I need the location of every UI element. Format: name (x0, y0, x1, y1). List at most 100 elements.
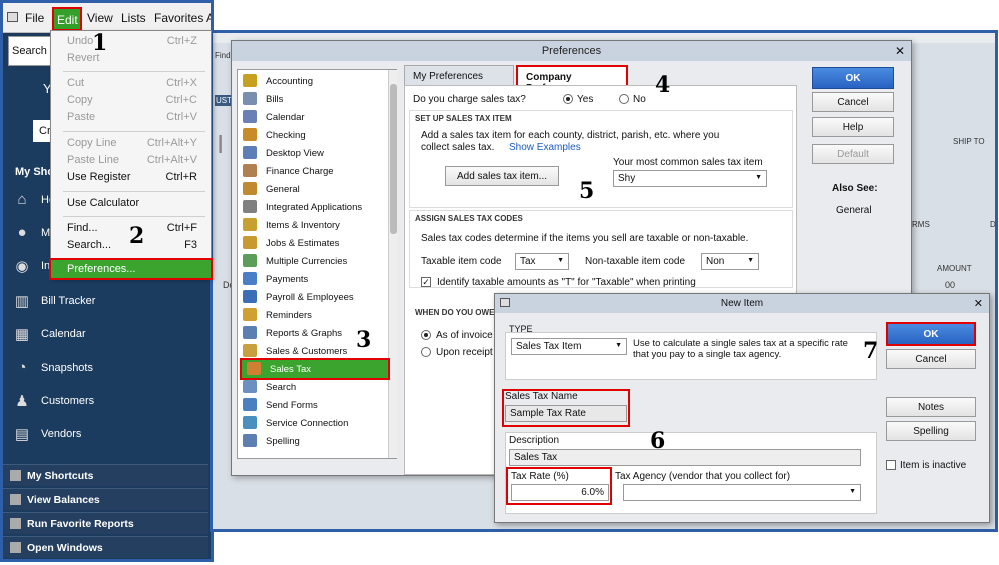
category-bills[interactable]: Bills (238, 90, 388, 108)
category-service-connection[interactable]: Service Connection (238, 414, 388, 432)
preferences-cancel-button[interactable]: Cancel (812, 92, 894, 112)
menu-item-copy-line[interactable]: Copy Line Ctrl+Alt+Y (67, 137, 209, 154)
taxable-code-label: Taxable item code (421, 256, 502, 267)
calendar-icon (243, 110, 257, 123)
menu-item-shortcut: Ctrl+V (166, 111, 197, 123)
show-examples-link[interactable]: Show Examples (509, 142, 581, 153)
close-icon[interactable]: ✕ (974, 297, 983, 310)
step-7-label: 7 (863, 338, 879, 364)
menu-item-paste[interactable]: Paste Ctrl+V (67, 111, 209, 128)
category-items-inventory[interactable]: Items & Inventory (238, 216, 388, 234)
preferences-default-button[interactable]: Default (812, 144, 894, 164)
upon-receipt-label: Upon receipt (436, 347, 493, 358)
tax-rate-input[interactable]: 6.0% (511, 484, 609, 501)
common-tax-item-label: Your most common sales tax item (613, 157, 763, 168)
app-menu-icon[interactable] (7, 12, 18, 22)
category-jobs-estimates[interactable]: Jobs & Estimates (238, 234, 388, 252)
category-multiple-currencies[interactable]: Multiple Currencies (238, 252, 388, 270)
tax-agency-select[interactable]: ▼ (623, 484, 861, 501)
preferences-title: Preferences (232, 41, 911, 61)
menu-lists[interactable]: Lists (121, 11, 146, 25)
tax-name-label: Sales Tax Name (505, 391, 578, 402)
scrollbar-thumb[interactable] (390, 84, 397, 234)
menu-item-preferences[interactable]: Preferences... (49, 258, 213, 280)
description-input[interactable]: Sales Tax (509, 449, 861, 466)
tax-agency-label: Tax Agency (vendor that you collect for) (615, 471, 791, 482)
category-spelling[interactable]: Spelling (238, 432, 388, 450)
menu-item-use-register[interactable]: Use Register Ctrl+R (67, 171, 209, 188)
category-calendar[interactable]: Calendar (238, 108, 388, 126)
category-integrated-applications[interactable]: Integrated Applications (238, 198, 388, 216)
identify-taxable-checkbox[interactable]: ✓ (421, 277, 431, 287)
menu-item-undo[interactable]: Undo Ctrl+Z (67, 35, 209, 52)
section-run-favorite-reports[interactable]: Run Favorite Reports (3, 512, 208, 534)
category-general[interactable]: General (238, 180, 388, 198)
as-of-invoice-radio[interactable] (421, 330, 431, 340)
category-sales-tax[interactable]: Sales Tax (240, 358, 390, 380)
nav-snapshots[interactable]: ◔ Snapshots (3, 353, 208, 383)
section-open-windows[interactable]: Open Windows (3, 536, 208, 558)
close-icon[interactable]: ✕ (895, 44, 905, 58)
upon-receipt-radio[interactable] (421, 347, 431, 357)
nav-calendar[interactable]: ▦ Calendar (3, 319, 208, 349)
add-sales-tax-item-button[interactable]: Add sales tax item... (445, 166, 559, 186)
my-shortcuts-header: My Sho (15, 166, 55, 178)
menu-separator (63, 131, 205, 132)
menu-item-cut[interactable]: Cut Ctrl+X (67, 77, 209, 94)
nontaxable-code-label: Non-taxable item code (585, 256, 686, 267)
window-menu-icon[interactable] (500, 298, 510, 307)
new-item-cancel-button[interactable]: Cancel (886, 349, 976, 369)
new-item-ok-button[interactable]: OK (886, 322, 976, 346)
item-inactive-checkbox[interactable] (886, 460, 896, 470)
type-select[interactable]: Sales Tax Item ▼ (511, 338, 627, 355)
shortcuts-icon (10, 470, 21, 481)
common-tax-item-select[interactable]: Shy ▼ (613, 170, 767, 187)
menu-item-label: Copy Line (67, 137, 117, 149)
also-see-general-link[interactable]: General (836, 205, 872, 216)
no-radio[interactable] (619, 94, 629, 104)
category-search[interactable]: Search (238, 378, 388, 396)
category-send-forms[interactable]: Send Forms (238, 396, 388, 414)
nav-bill-tracker[interactable]: ▥ Bill Tracker (3, 286, 208, 316)
category-finance-charge[interactable]: Finance Charge (238, 162, 388, 180)
yes-radio[interactable] (563, 94, 573, 104)
menu-favorites[interactable]: Favorites (154, 11, 203, 25)
section-view-balances[interactable]: View Balances (3, 488, 208, 510)
menu-more[interactable]: A (206, 11, 211, 25)
taxable-code-select[interactable]: Tax ▼ (515, 253, 569, 270)
menu-item-use-calculator[interactable]: Use Calculator (67, 197, 209, 214)
category-payments[interactable]: Payments (238, 270, 388, 288)
nav-vendors[interactable]: ▤ Vendors (3, 419, 208, 449)
menu-item-shortcut: Ctrl+Alt+Y (146, 137, 197, 149)
preferences-ok-button[interactable]: OK (812, 67, 894, 89)
step-4-label: 4 (655, 72, 671, 98)
menu-item-copy[interactable]: Copy Ctrl+C (67, 94, 209, 111)
nontaxable-code-select[interactable]: Non ▼ (701, 253, 759, 270)
tax-name-input[interactable]: Sample Tax Rate (505, 405, 627, 422)
chevron-down-icon: ▼ (849, 488, 856, 495)
section-my-shortcuts[interactable]: My Shortcuts (3, 464, 208, 486)
tab-my-preferences[interactable]: My Preferences (404, 65, 514, 87)
payments-icon (243, 272, 257, 285)
menu-item-label: Undo (67, 35, 94, 47)
category-accounting[interactable]: Accounting (238, 72, 388, 90)
menu-view[interactable]: View (87, 11, 113, 25)
category-reminders[interactable]: Reminders (238, 306, 388, 324)
category-checking[interactable]: Checking (238, 126, 388, 144)
nav-customers[interactable]: ♟ Customers (3, 386, 208, 416)
preferences-help-button[interactable]: Help (812, 117, 894, 137)
spelling-button[interactable]: Spelling (886, 421, 976, 441)
notes-button[interactable]: Notes (886, 397, 976, 417)
category-label: Multiple Currencies (266, 256, 348, 267)
sales-tax-icon (247, 362, 261, 375)
menu-edit[interactable]: Edit (52, 7, 82, 31)
when-owe-header: WHEN DO YOU OWE (415, 308, 495, 317)
menu-item-paste-line[interactable]: Paste Line Ctrl+Alt+V (67, 154, 209, 171)
menu-file[interactable]: File (25, 11, 44, 25)
category-payroll-employees[interactable]: Payroll & Employees (238, 288, 388, 306)
menu-separator (63, 71, 205, 72)
menu-item-revert[interactable]: Revert (67, 52, 209, 69)
tab-company-preferences[interactable]: Company Preferences (516, 65, 628, 94)
category-scrollbar[interactable] (388, 70, 397, 458)
category-desktop-view[interactable]: Desktop View (238, 144, 388, 162)
